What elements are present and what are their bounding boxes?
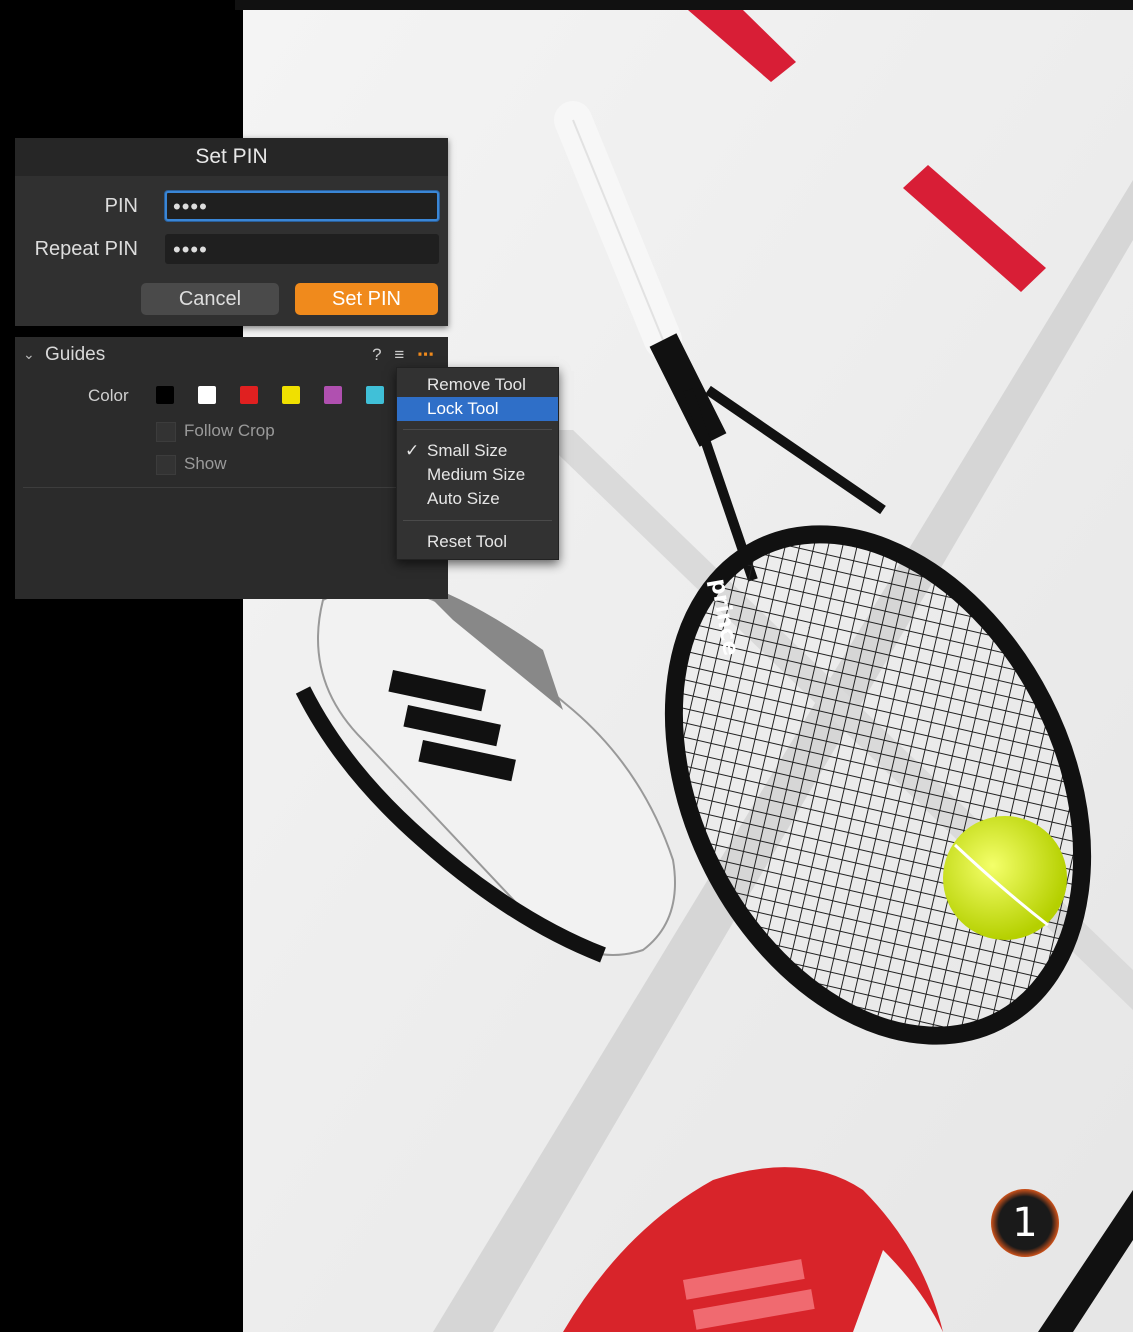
list-icon[interactable]: ≡ — [394, 345, 404, 364]
step-number-badge: 1 — [991, 1189, 1059, 1257]
help-icon[interactable]: ? — [372, 345, 381, 364]
menu-item-reset-tool[interactable]: Reset Tool — [397, 530, 558, 554]
divider — [23, 487, 403, 488]
top-bar — [235, 0, 1133, 10]
follow-crop-checkbox[interactable] — [156, 422, 176, 442]
color-swatch[interactable] — [366, 386, 384, 404]
guides-header[interactable]: ⌄ Guides ? ≡ ⋯ — [15, 337, 448, 373]
guides-title: Guides — [45, 344, 106, 365]
menu-item-medium-size[interactable]: Medium Size — [397, 463, 558, 487]
color-label: Color — [88, 386, 129, 405]
repeat-pin-input[interactable]: •••• — [165, 234, 439, 264]
color-swatch[interactable] — [240, 386, 258, 404]
set-pin-button[interactable]: Set PIN — [295, 283, 438, 315]
tool-context-menu: Remove Tool Lock Tool ✓ Small Size Medium… — [396, 367, 559, 560]
chevron-down-icon[interactable]: ⌄ — [23, 346, 35, 363]
color-swatch[interactable] — [324, 386, 342, 404]
pin-label: PIN — [104, 195, 138, 217]
follow-crop-label: Follow Crop — [184, 421, 275, 440]
color-swatch[interactable] — [198, 386, 216, 404]
menu-separator — [403, 429, 552, 430]
show-label: Show — [184, 454, 227, 473]
menu-item-small-size[interactable]: ✓ Small Size — [397, 439, 558, 463]
repeat-pin-label: Repeat PIN — [34, 238, 138, 260]
menu-item-remove-tool[interactable]: Remove Tool — [397, 373, 558, 397]
dialog-title: Set PIN — [15, 138, 448, 176]
tennis-ball — [943, 816, 1067, 940]
set-pin-dialog: Set PIN PIN •••• Repeat PIN •••• Cancel … — [15, 138, 448, 326]
color-swatch[interactable] — [282, 386, 300, 404]
menu-separator — [403, 520, 552, 521]
guides-panel: ⌄ Guides ? ≡ ⋯ Color Follow Crop Show — [15, 337, 448, 599]
color-swatch[interactable] — [156, 386, 174, 404]
cancel-button[interactable]: Cancel — [141, 283, 279, 315]
checkmark-icon: ✓ — [405, 441, 420, 460]
more-options-icon[interactable]: ⋯ — [417, 345, 434, 364]
show-checkbox[interactable] — [156, 455, 176, 475]
menu-item-auto-size[interactable]: Auto Size — [397, 487, 558, 511]
pin-input[interactable]: •••• — [165, 191, 439, 221]
menu-item-lock-tool[interactable]: Lock Tool — [397, 397, 558, 421]
